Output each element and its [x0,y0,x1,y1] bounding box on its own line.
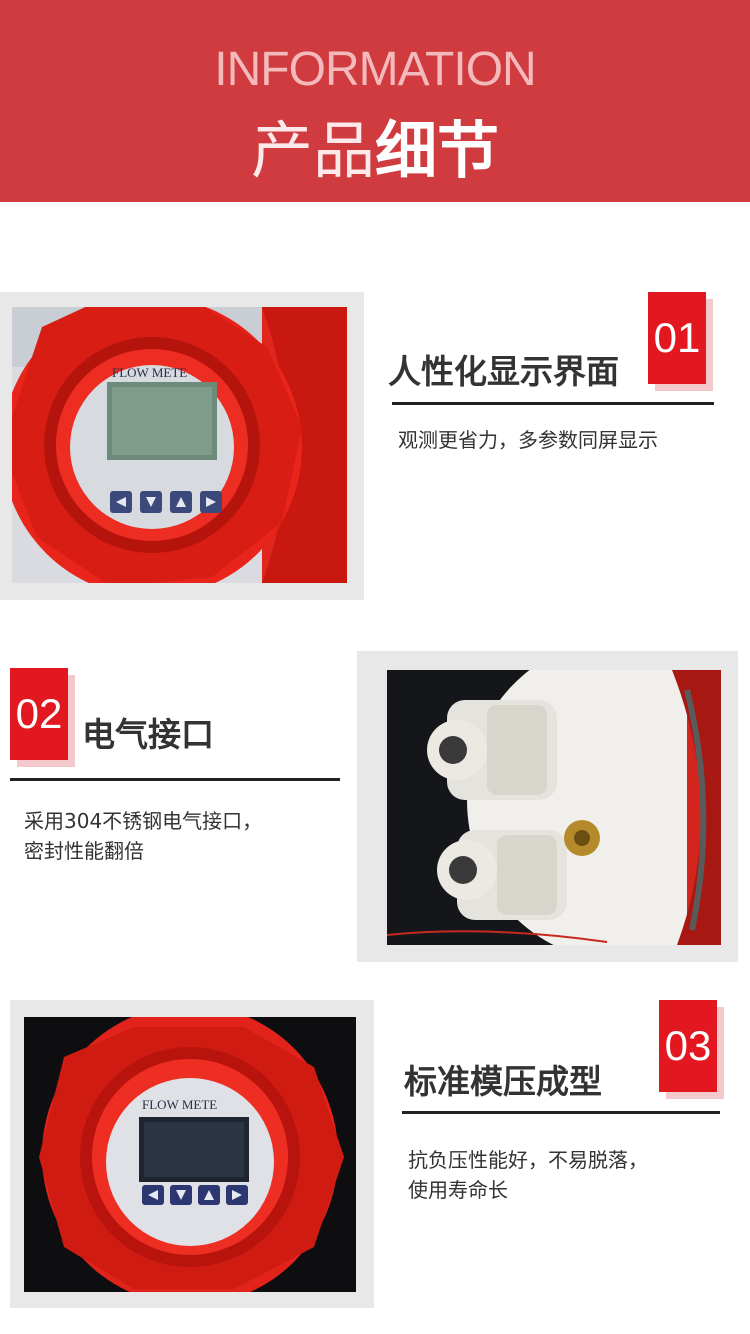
section2-desc: 采用304不锈钢电气接口， 密封性能翻倍 [24,806,262,866]
section3-divider [402,1111,720,1114]
section1-divider [392,402,714,405]
section3-desc-line-2: 使用寿命长 [408,1178,508,1202]
section2-number: 02 [10,668,68,760]
section1-desc-line: 观测更省力，多参数同屏显示 [398,428,658,452]
section2-photo [387,670,721,945]
header-cn-title: 产品细节 [0,100,750,190]
header-banner: INFORMATION 产品细节 [0,0,750,202]
section3-number-badge: 03 [659,1000,724,1099]
section1-desc: 观测更省力，多参数同屏显示 [398,425,658,455]
section2-title: 电气接口 [82,715,214,754]
header-en-title: INFORMATION [214,43,536,96]
section1-photo-label: FLOW METE [112,365,187,380]
section3-number: 03 [659,1000,717,1092]
section1-photo: FLOW METE [12,307,347,583]
section3-photo-label: FLOW METE [142,1097,217,1112]
section3-photo: FLOW METE [24,1017,356,1292]
section1-number-badge: 01 [648,292,713,391]
section2-desc-line-1: 采用304不锈钢电气接口， [24,809,263,833]
section1-title: 人性化显示界面 [388,352,619,391]
section2-desc-line-2: 密封性能翻倍 [24,839,144,863]
section2-number-badge: 02 [10,668,75,767]
section1-number: 01 [648,292,706,384]
section3-desc: 抗负压性能好，不易脱落， 使用寿命长 [408,1145,648,1205]
section3-title: 标准模压成型 [404,1062,602,1101]
section3-desc-line-1: 抗负压性能好，不易脱落， [408,1148,648,1172]
header-cn-title-light: 产品 [250,114,375,187]
section2-divider [10,778,340,781]
header-cn-title-bold: 细节 [375,114,500,187]
